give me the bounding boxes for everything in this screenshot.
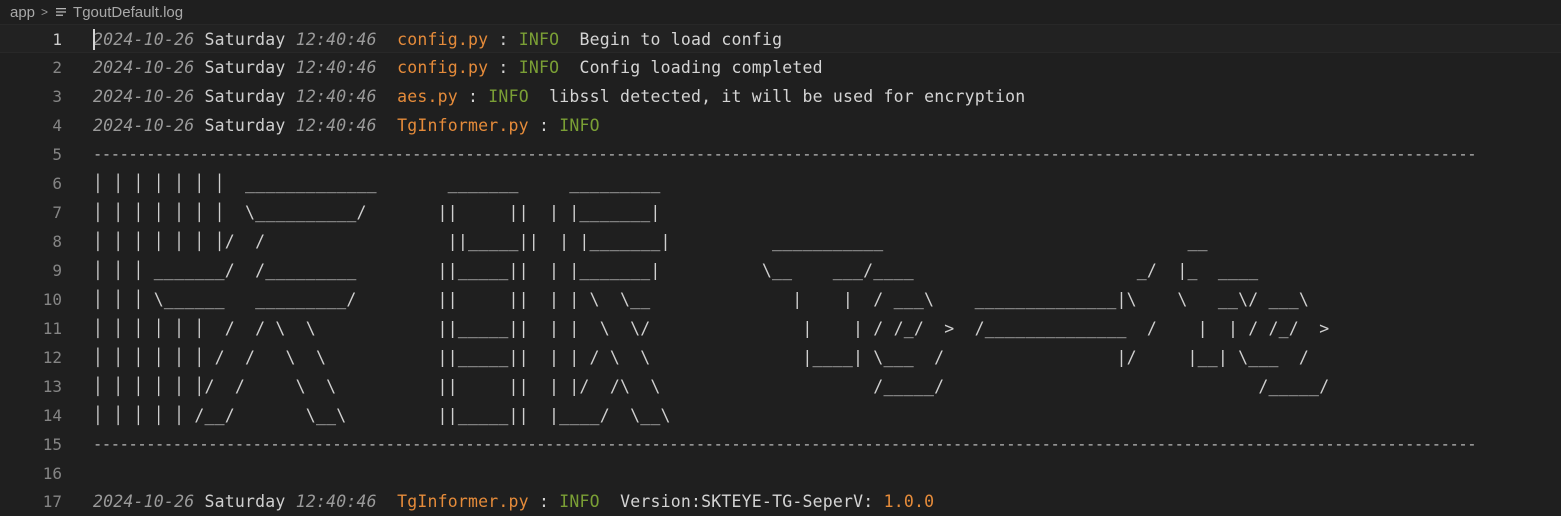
log-date: 2024-10-26 bbox=[93, 492, 195, 511]
log-level: INFO bbox=[518, 58, 560, 77]
log-separator: : bbox=[498, 58, 509, 77]
line-content: 2024-10-26 Saturday 12:40:46 aes.py : IN… bbox=[93, 82, 1025, 111]
editor-line[interactable]: 9 │ │ │ _______/ /_________ ||_____|| | … bbox=[0, 256, 1561, 285]
text-cursor bbox=[93, 29, 95, 50]
line-number: 14 bbox=[42, 406, 62, 425]
log-time: 12:40:46 bbox=[295, 492, 377, 511]
line-number: 9 bbox=[52, 261, 62, 280]
editor-line[interactable]: 17 2024-10-26 Saturday 12:40:46 TgInform… bbox=[0, 487, 1561, 516]
log-source-file: aes.py bbox=[397, 87, 458, 106]
log-level: INFO bbox=[559, 116, 600, 135]
line-number: 8 bbox=[52, 232, 62, 251]
editor-line[interactable]: 14 │ │ │ │ │ /__/ \__\ ||_____|| |____/ … bbox=[0, 401, 1561, 430]
ascii-art-line: │ │ │ │ │ /__/ \__\ ||_____|| |____/ \__… bbox=[93, 406, 671, 425]
chevron-right-icon: > bbox=[41, 5, 49, 19]
breadcrumb: app > TgoutDefault.log bbox=[0, 0, 1561, 24]
line-content: 2024-10-26 Saturday 12:40:46 config.py :… bbox=[93, 53, 823, 82]
log-source-file: config.py bbox=[397, 30, 489, 49]
log-message: Begin to load config bbox=[579, 30, 783, 49]
log-separator: : bbox=[538, 492, 550, 511]
file-lines-icon bbox=[56, 7, 67, 17]
ascii-art-line: │ │ │ │ │ │ / / \ \ ||_____|| | | \ \/ |… bbox=[93, 319, 1330, 338]
log-day: Saturday bbox=[204, 30, 286, 49]
log-source-file: TgInformer.py bbox=[397, 116, 529, 135]
log-time: 12:40:46 bbox=[295, 30, 377, 49]
breadcrumb-file[interactable]: TgoutDefault.log bbox=[73, 4, 183, 21]
line-number: 11 bbox=[42, 319, 62, 338]
line-number: 2 bbox=[52, 58, 62, 77]
log-day: Saturday bbox=[204, 58, 286, 77]
editor-line[interactable]: 1 2024-10-26 Saturday 12:40:46 config.py… bbox=[0, 24, 1561, 53]
log-level: INFO bbox=[559, 492, 600, 511]
editor-line[interactable]: 16 bbox=[0, 459, 1561, 488]
log-message: Config loading completed bbox=[579, 58, 823, 77]
log-separator: : bbox=[538, 116, 550, 135]
editor-line[interactable]: 13 │ │ │ │ │ │/ / \ \ || || | |/ /\ \ /_… bbox=[0, 372, 1561, 401]
log-day: Saturday bbox=[204, 116, 286, 135]
editor-line[interactable]: 4 2024-10-26 Saturday 12:40:46 TgInforme… bbox=[0, 111, 1561, 140]
log-day: Saturday bbox=[204, 87, 286, 106]
editor-line[interactable]: 10 │ │ │ \______ _________/ || || | | \ … bbox=[0, 285, 1561, 314]
line-number: 1 bbox=[52, 30, 62, 49]
ascii-art-line: │ │ │ │ │ │ │/ / ||_____|| | |_______| _… bbox=[93, 232, 1208, 251]
ascii-art-line: │ │ │ _______/ /_________ ||_____|| | |_… bbox=[93, 261, 1259, 280]
line-number: 17 bbox=[42, 492, 62, 511]
log-separator: : bbox=[498, 30, 509, 49]
log-level: INFO bbox=[488, 87, 529, 106]
breadcrumb-folder[interactable]: app bbox=[10, 4, 35, 21]
ascii-art-line: │ │ │ \______ _________/ || || | | \ \__… bbox=[93, 290, 1310, 309]
separator-line: ----------------------------------------… bbox=[93, 145, 1477, 163]
log-message: libssl detected, it will be used for enc… bbox=[549, 87, 1026, 106]
version-number: 1.0.0 bbox=[883, 492, 935, 511]
ascii-art-line: │ │ │ │ │ │ / / \ \ ||_____|| | | / \ \ … bbox=[93, 348, 1310, 367]
line-content: 2024-10-26 Saturday 12:40:46 TgInformer.… bbox=[93, 487, 934, 516]
log-source-file: config.py bbox=[397, 58, 489, 77]
log-time: 12:40:46 bbox=[295, 58, 377, 77]
line-number: 4 bbox=[52, 116, 62, 135]
ascii-art-line: │ │ │ │ │ │ │ \__________/ || || | |____… bbox=[93, 203, 661, 222]
editor-line[interactable]: 12 │ │ │ │ │ │ / / \ \ ||_____|| | | / \… bbox=[0, 343, 1561, 372]
log-time: 12:40:46 bbox=[295, 116, 377, 135]
line-number: 12 bbox=[42, 348, 62, 367]
line-number: 13 bbox=[42, 377, 62, 396]
line-number: 16 bbox=[42, 464, 62, 483]
editor-line[interactable]: 5 --------------------------------------… bbox=[0, 140, 1561, 169]
editor-line[interactable]: 15 -------------------------------------… bbox=[0, 430, 1561, 459]
ascii-art-line: │ │ │ │ │ │/ / \ \ || || | |/ /\ \ /____… bbox=[93, 377, 1330, 396]
editor-line[interactable]: 3 2024-10-26 Saturday 12:40:46 aes.py : … bbox=[0, 82, 1561, 111]
log-date: 2024-10-26 bbox=[93, 87, 195, 106]
log-date: 2024-10-26 bbox=[93, 58, 195, 77]
editor-line[interactable]: 2 2024-10-26 Saturday 12:40:46 config.py… bbox=[0, 53, 1561, 82]
log-separator: : bbox=[468, 87, 479, 106]
log-editor[interactable]: 1 2024-10-26 Saturday 12:40:46 config.py… bbox=[0, 24, 1561, 516]
editor-line[interactable]: 8 │ │ │ │ │ │ │/ / ||_____|| | |_______|… bbox=[0, 227, 1561, 256]
separator-line: ----------------------------------------… bbox=[93, 435, 1477, 453]
ascii-art-line: │ │ │ │ │ │ │ _____________ _______ ____… bbox=[93, 174, 661, 193]
line-number: 10 bbox=[42, 290, 62, 309]
line-number: 7 bbox=[52, 203, 62, 222]
editor-line[interactable]: 7 │ │ │ │ │ │ │ \__________/ || || | |__… bbox=[0, 198, 1561, 227]
editor-line[interactable]: 6 │ │ │ │ │ │ │ _____________ _______ __… bbox=[0, 169, 1561, 198]
log-message: Version:SKTEYE-TG-SeperV: bbox=[620, 492, 874, 511]
line-number: 15 bbox=[42, 435, 62, 454]
log-time: 12:40:46 bbox=[295, 87, 377, 106]
line-number: 5 bbox=[52, 145, 62, 164]
line-number: 6 bbox=[52, 174, 62, 193]
editor-line[interactable]: 11 │ │ │ │ │ │ / / \ \ ||_____|| | | \ \… bbox=[0, 314, 1561, 343]
line-content: 2024-10-26 Saturday 12:40:46 TgInformer.… bbox=[93, 111, 600, 140]
log-date: 2024-10-26 bbox=[93, 116, 195, 135]
log-day: Saturday bbox=[204, 492, 286, 511]
log-level: INFO bbox=[518, 30, 560, 49]
log-source-file: TgInformer.py bbox=[397, 492, 529, 511]
line-number: 3 bbox=[52, 87, 62, 106]
log-date: 2024-10-26 bbox=[93, 30, 195, 49]
line-content: 2024-10-26 Saturday 12:40:46 config.py :… bbox=[93, 25, 782, 54]
